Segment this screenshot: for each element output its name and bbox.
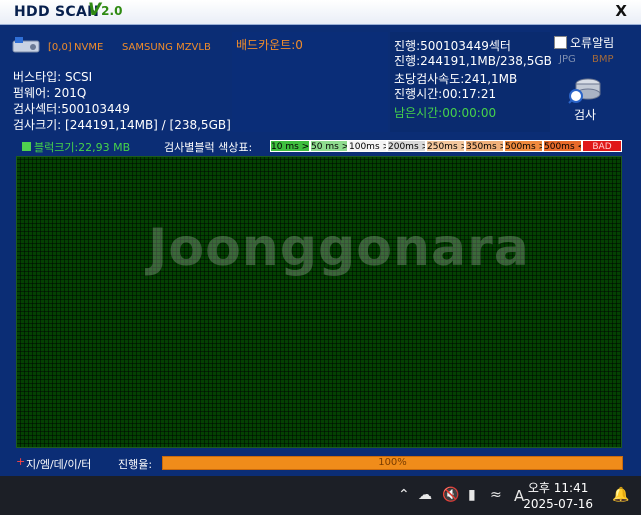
brand-label: 지/엠/데/이/터 [26, 458, 92, 471]
legend-item: 500ms > [504, 140, 543, 152]
size-label: 검사크기: [244191,14MB] / [238,5GB] [13, 118, 231, 132]
cloud-icon[interactable]: ☁ [418, 487, 432, 503]
legend-item: 100ms > [348, 140, 387, 152]
version-number: 2.0 [101, 4, 123, 18]
disk-interface: NVME [74, 42, 104, 53]
battery-icon[interactable]: ▮ [468, 487, 476, 503]
legend-item: 50 ms > [310, 140, 348, 152]
legend-item: 350ms > [465, 140, 504, 152]
scan-button[interactable]: 검사 [568, 76, 604, 122]
legend-title: 검사별블럭 색상표: [164, 141, 253, 154]
legend-item: 200ms > [387, 140, 426, 152]
remaining-time: 남은시간:00:00:00 [394, 106, 497, 120]
version-prefix: V [88, 0, 102, 20]
watermark: Joonggonara [148, 218, 530, 278]
scan-disk-icon [568, 78, 601, 104]
progress-info-panel: 진행:500103449섹터 진행:244191,1MB/238,5GB 초당검… [390, 32, 552, 132]
app-window: HDD SCAN V2.0 X [0,0] NVME SAMSUNG MZVLB… [0, 0, 641, 476]
clock[interactable]: 오후 11:41 2025-07-16 [523, 480, 593, 512]
legend-item: BAD [582, 140, 622, 152]
legend-item: 10 ms > [270, 140, 310, 152]
error-alarm-checkbox[interactable] [554, 36, 567, 49]
legend-item: 500ms < [543, 140, 582, 152]
error-alarm-label: 오류알림 [570, 36, 615, 50]
bmp-option[interactable]: BMP [592, 54, 614, 65]
elapsed-time: 진행시간:00:17:21 [394, 87, 497, 101]
hard-disk-icon [12, 37, 40, 53]
wifi-icon[interactable]: ≈ [490, 487, 502, 503]
jpg-option[interactable]: JPG [559, 54, 576, 65]
legend-item: 250ms > [426, 140, 465, 152]
clock-time: 오후 11:41 [527, 481, 589, 495]
close-button[interactable]: X [615, 2, 627, 20]
disk-id: [0,0] [48, 42, 72, 53]
block-size-swatch [22, 142, 31, 151]
chevron-up-icon[interactable]: ⌃ [398, 487, 410, 503]
progress-label: 진행율: [118, 458, 153, 471]
notification-bell-icon[interactable]: 🔔 [612, 487, 629, 503]
progress-bar: 100% [162, 456, 623, 470]
taskbar: ⌃ ☁ 🔇 ▮ ≈ A 오후 11:41 2025-07-16 🔔 [0, 476, 641, 515]
scan-label: 검사 [574, 108, 597, 122]
app-title: HDD SCAN [14, 4, 100, 20]
version-badge: V2.0 [88, 0, 122, 20]
disk-info-panel: [0,0] NVME SAMSUNG MZVLB 버스타입: SCSI 펌웨어:… [10, 32, 232, 132]
progress-text: 100% [378, 457, 407, 468]
sectors-label: 검사섹터:500103449 [13, 102, 130, 116]
brand-plus-icon: + [16, 455, 26, 468]
bad-count-label: 배드카운트:0 [236, 38, 303, 52]
progress-size: 진행:244191,1MB/238,5GB [394, 54, 552, 68]
disk-model: SAMSUNG MZVLB [122, 42, 211, 53]
speaker-mute-icon[interactable]: 🔇 [442, 487, 459, 503]
block-map-grid [16, 156, 622, 448]
bad-count-panel: 배드카운트:0 [232, 32, 388, 132]
bus-type-label: 버스타입: SCSI [13, 70, 93, 84]
firmware-label: 펌웨어: 201Q [13, 86, 87, 100]
clock-date: 2025-07-16 [523, 497, 593, 511]
block-size-label: 블럭크기:22,93 MB [34, 141, 131, 154]
title-bar: HDD SCAN V2.0 X [0, 0, 641, 25]
